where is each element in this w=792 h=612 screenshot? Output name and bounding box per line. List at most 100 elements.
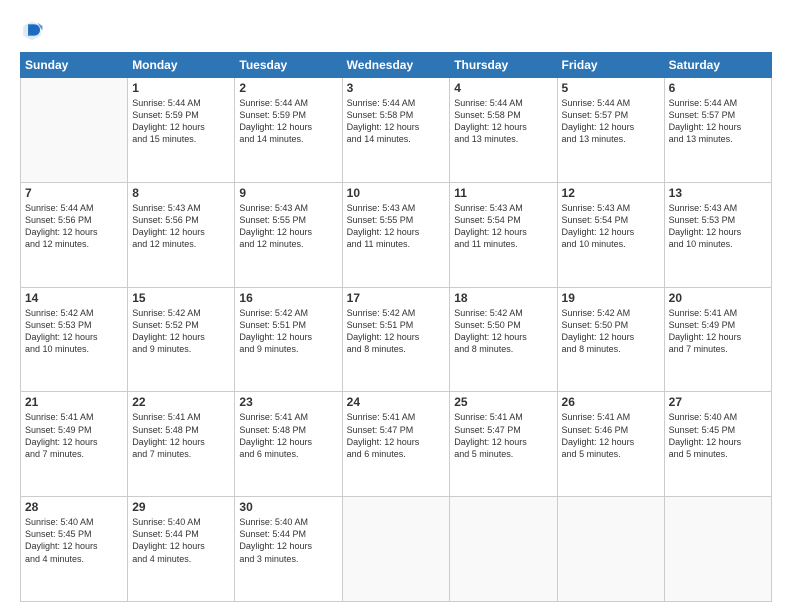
day-number: 13 (669, 186, 767, 200)
calendar-cell (21, 78, 128, 183)
day-number: 11 (454, 186, 552, 200)
calendar-cell: 12 Sunrise: 5:43 AM Sunset: 5:54 PM Dayli… (557, 182, 664, 287)
calendar-cell: 29 Sunrise: 5:40 AM Sunset: 5:44 PM Dayli… (128, 497, 235, 602)
calendar-cell: 2 Sunrise: 5:44 AM Sunset: 5:59 PM Daylig… (235, 78, 342, 183)
day-number: 3 (347, 81, 446, 95)
day-number: 28 (25, 500, 123, 514)
calendar-cell: 6 Sunrise: 5:44 AM Sunset: 5:57 PM Daylig… (664, 78, 771, 183)
day-number: 5 (562, 81, 660, 95)
week-row-5: 28 Sunrise: 5:40 AM Sunset: 5:45 PM Dayli… (21, 497, 772, 602)
day-info: Sunrise: 5:41 AM Sunset: 5:47 PM Dayligh… (454, 411, 552, 460)
day-number: 6 (669, 81, 767, 95)
calendar-cell: 1 Sunrise: 5:44 AM Sunset: 5:59 PM Daylig… (128, 78, 235, 183)
day-info: Sunrise: 5:44 AM Sunset: 5:59 PM Dayligh… (239, 97, 337, 146)
calendar-cell: 15 Sunrise: 5:42 AM Sunset: 5:52 PM Dayli… (128, 287, 235, 392)
weekday-header-wednesday: Wednesday (342, 53, 450, 78)
weekday-header-monday: Monday (128, 53, 235, 78)
calendar-cell: 30Sunrise: 5:40 AM Sunset: 5:44 PM Dayli… (235, 497, 342, 602)
day-info: Sunrise: 5:44 AM Sunset: 5:58 PM Dayligh… (454, 97, 552, 146)
header (20, 18, 772, 42)
calendar-cell: 18 Sunrise: 5:42 AM Sunset: 5:50 PM Dayli… (450, 287, 557, 392)
day-number: 15 (132, 291, 230, 305)
day-info: Sunrise: 5:44 AM Sunset: 5:56 PM Dayligh… (25, 202, 123, 251)
day-info: Sunrise: 5:42 AM Sunset: 5:51 PM Dayligh… (239, 307, 337, 356)
day-info: Sunrise: 5:41 AM Sunset: 5:47 PM Dayligh… (347, 411, 446, 460)
week-row-3: 14 Sunrise: 5:42 AM Sunset: 5:53 PM Dayli… (21, 287, 772, 392)
day-info: Sunrise: 5:43 AM Sunset: 5:53 PM Dayligh… (669, 202, 767, 251)
day-info: Sunrise: 5:42 AM Sunset: 5:50 PM Dayligh… (454, 307, 552, 356)
day-info: Sunrise: 5:42 AM Sunset: 5:50 PM Dayligh… (562, 307, 660, 356)
day-number: 7 (25, 186, 123, 200)
day-info: Sunrise: 5:44 AM Sunset: 5:57 PM Dayligh… (669, 97, 767, 146)
calendar-cell: 4 Sunrise: 5:44 AM Sunset: 5:58 PM Daylig… (450, 78, 557, 183)
calendar-cell: 11Sunrise: 5:43 AM Sunset: 5:54 PM Dayli… (450, 182, 557, 287)
day-number: 19 (562, 291, 660, 305)
day-number: 8 (132, 186, 230, 200)
day-number: 27 (669, 395, 767, 409)
day-number: 16 (239, 291, 337, 305)
day-number: 23 (239, 395, 337, 409)
calendar-cell: 19 Sunrise: 5:42 AM Sunset: 5:50 PM Dayli… (557, 287, 664, 392)
day-number: 12 (562, 186, 660, 200)
day-info: Sunrise: 5:40 AM Sunset: 5:45 PM Dayligh… (25, 516, 123, 565)
week-row-2: 7 Sunrise: 5:44 AM Sunset: 5:56 PM Daylig… (21, 182, 772, 287)
day-info: Sunrise: 5:42 AM Sunset: 5:51 PM Dayligh… (347, 307, 446, 356)
logo-icon (20, 18, 44, 42)
day-info: Sunrise: 5:43 AM Sunset: 5:55 PM Dayligh… (239, 202, 337, 251)
calendar-cell: 24 Sunrise: 5:41 AM Sunset: 5:47 PM Dayli… (342, 392, 450, 497)
day-info: Sunrise: 5:43 AM Sunset: 5:56 PM Dayligh… (132, 202, 230, 251)
calendar-cell: 26 Sunrise: 5:41 AM Sunset: 5:46 PM Dayli… (557, 392, 664, 497)
day-number: 22 (132, 395, 230, 409)
day-number: 4 (454, 81, 552, 95)
calendar-cell: 14 Sunrise: 5:42 AM Sunset: 5:53 PM Dayli… (21, 287, 128, 392)
day-info: Sunrise: 5:41 AM Sunset: 5:49 PM Dayligh… (669, 307, 767, 356)
calendar-cell: 3Sunrise: 5:44 AM Sunset: 5:58 PM Daylig… (342, 78, 450, 183)
calendar-cell: 5 Sunrise: 5:44 AM Sunset: 5:57 PM Daylig… (557, 78, 664, 183)
day-info: Sunrise: 5:44 AM Sunset: 5:57 PM Dayligh… (562, 97, 660, 146)
calendar-cell: 23 Sunrise: 5:41 AM Sunset: 5:48 PM Dayli… (235, 392, 342, 497)
calendar-cell (664, 497, 771, 602)
calendar-cell (450, 497, 557, 602)
calendar-cell (557, 497, 664, 602)
week-row-1: 1 Sunrise: 5:44 AM Sunset: 5:59 PM Daylig… (21, 78, 772, 183)
page: SundayMondayTuesdayWednesdayThursdayFrid… (0, 0, 792, 612)
day-info: Sunrise: 5:42 AM Sunset: 5:52 PM Dayligh… (132, 307, 230, 356)
day-info: Sunrise: 5:40 AM Sunset: 5:45 PM Dayligh… (669, 411, 767, 460)
calendar-cell: 17 Sunrise: 5:42 AM Sunset: 5:51 PM Dayli… (342, 287, 450, 392)
calendar-cell: 10 Sunrise: 5:43 AM Sunset: 5:55 PM Dayli… (342, 182, 450, 287)
day-number: 14 (25, 291, 123, 305)
day-number: 1 (132, 81, 230, 95)
day-number: 25 (454, 395, 552, 409)
calendar-cell: 8 Sunrise: 5:43 AM Sunset: 5:56 PM Daylig… (128, 182, 235, 287)
calendar-cell: 20 Sunrise: 5:41 AM Sunset: 5:49 PM Dayli… (664, 287, 771, 392)
calendar-cell: 28 Sunrise: 5:40 AM Sunset: 5:45 PM Dayli… (21, 497, 128, 602)
calendar-cell: 9 Sunrise: 5:43 AM Sunset: 5:55 PM Daylig… (235, 182, 342, 287)
day-number: 26 (562, 395, 660, 409)
weekday-header-friday: Friday (557, 53, 664, 78)
day-info: Sunrise: 5:41 AM Sunset: 5:48 PM Dayligh… (239, 411, 337, 460)
calendar-cell: 16 Sunrise: 5:42 AM Sunset: 5:51 PM Dayli… (235, 287, 342, 392)
day-info: Sunrise: 5:44 AM Sunset: 5:59 PM Dayligh… (132, 97, 230, 146)
day-info: Sunrise: 5:43 AM Sunset: 5:54 PM Dayligh… (562, 202, 660, 251)
weekday-header-row: SundayMondayTuesdayWednesdayThursdayFrid… (21, 53, 772, 78)
day-number: 9 (239, 186, 337, 200)
calendar-cell: 13 Sunrise: 5:43 AM Sunset: 5:53 PM Dayli… (664, 182, 771, 287)
day-info: Sunrise: 5:41 AM Sunset: 5:48 PM Dayligh… (132, 411, 230, 460)
day-number: 20 (669, 291, 767, 305)
day-info: Sunrise: 5:40 AM Sunset: 5:44 PM Dayligh… (132, 516, 230, 565)
weekday-header-tuesday: Tuesday (235, 53, 342, 78)
day-number: 24 (347, 395, 446, 409)
day-number: 17 (347, 291, 446, 305)
day-info: Sunrise: 5:41 AM Sunset: 5:46 PM Dayligh… (562, 411, 660, 460)
calendar-cell: 22 Sunrise: 5:41 AM Sunset: 5:48 PM Dayli… (128, 392, 235, 497)
logo (20, 18, 48, 42)
day-number: 29 (132, 500, 230, 514)
day-number: 18 (454, 291, 552, 305)
day-number: 10 (347, 186, 446, 200)
day-number: 2 (239, 81, 337, 95)
day-info: Sunrise: 5:41 AM Sunset: 5:49 PM Dayligh… (25, 411, 123, 460)
calendar-cell: 7 Sunrise: 5:44 AM Sunset: 5:56 PM Daylig… (21, 182, 128, 287)
day-info: Sunrise: 5:42 AM Sunset: 5:53 PM Dayligh… (25, 307, 123, 356)
day-number: 30 (239, 500, 337, 514)
day-info: Sunrise: 5:43 AM Sunset: 5:55 PM Dayligh… (347, 202, 446, 251)
